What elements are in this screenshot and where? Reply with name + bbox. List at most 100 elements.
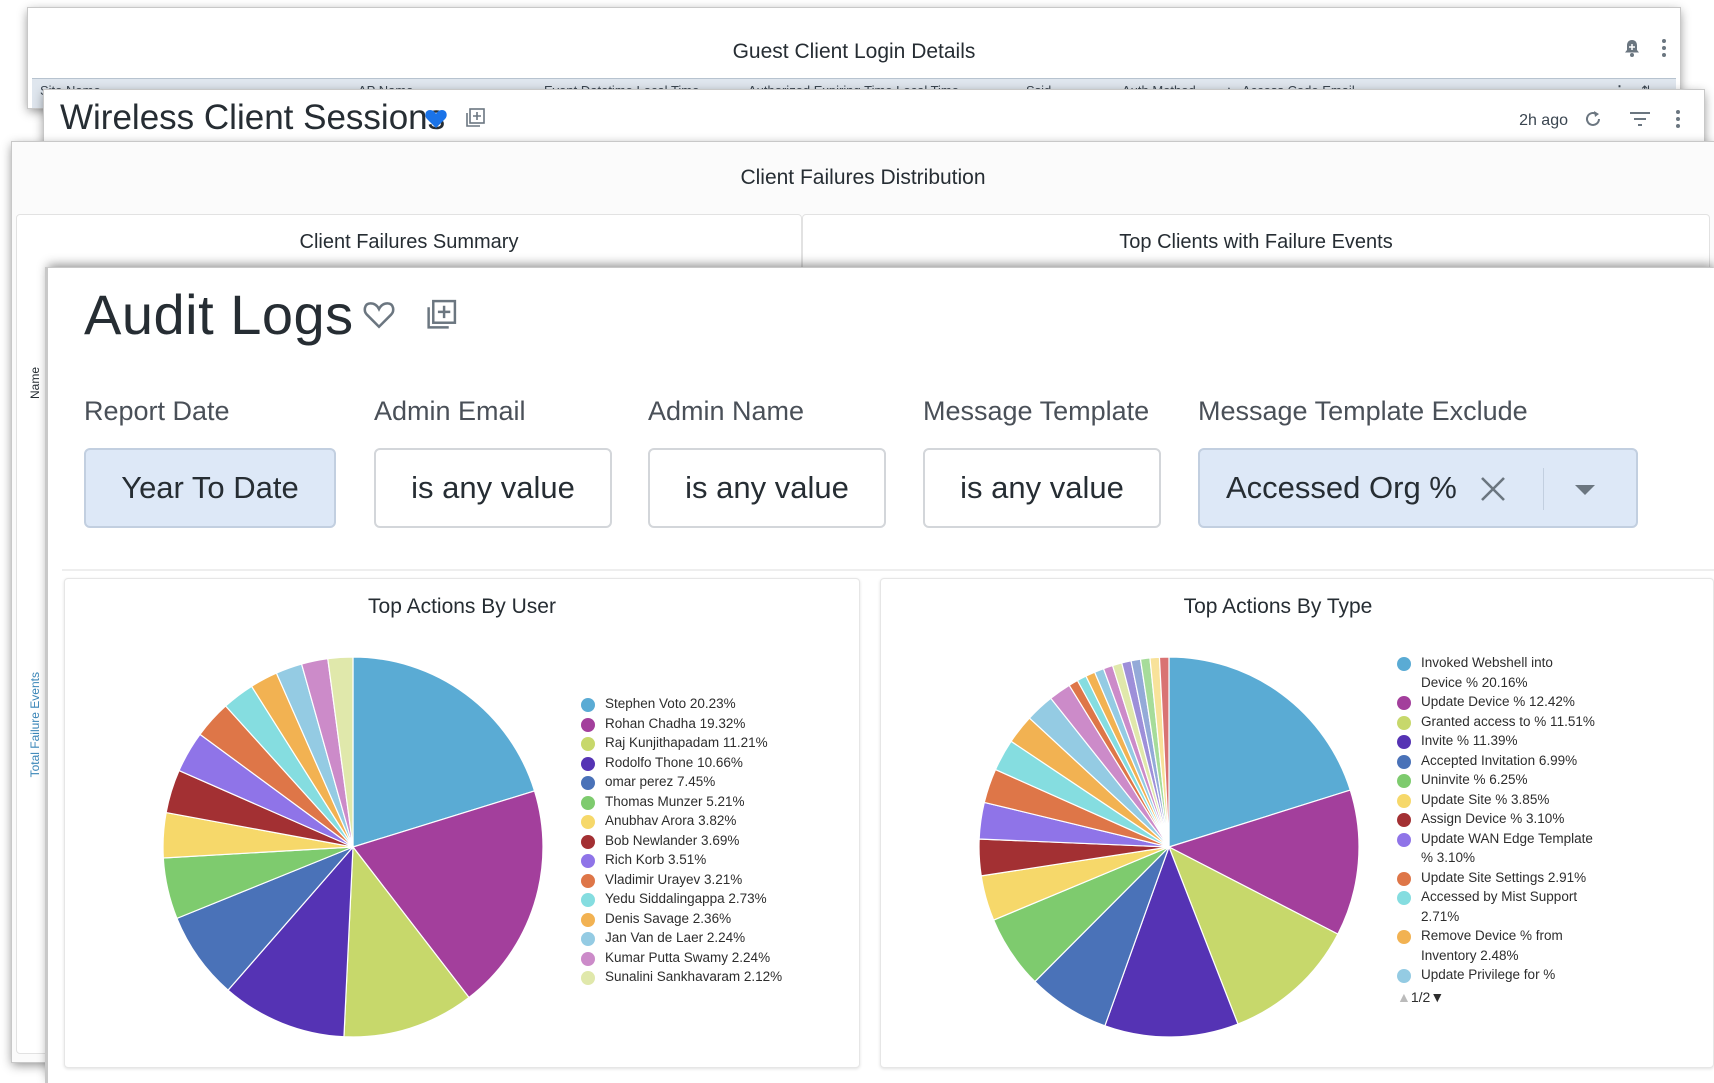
failures-title: Client Failures Distribution (740, 166, 986, 189)
legend-swatch (581, 834, 595, 849)
legend-item[interactable]: Sunalini Sankhavaram 2.12% (581, 967, 831, 987)
legend-label: Raj Kunjithapadam 11.21% (605, 735, 768, 750)
legend-item[interactable]: Assign Device % 3.10% (1397, 809, 1597, 829)
clear-x-icon[interactable] (1478, 474, 1508, 504)
legend-item[interactable]: Update Site % 3.85% (1397, 790, 1597, 810)
filter-divider (62, 569, 1714, 571)
top-actions-by-type-legend: Invoked Webshell into Device % 20.16% Upd… (1397, 653, 1597, 983)
legend-item[interactable]: Update Device % 12.42% (1397, 692, 1597, 712)
legend-item[interactable]: Thomas Munzer 5.21% (581, 792, 831, 812)
chevron-down-icon[interactable] (1574, 484, 1596, 496)
legend-item[interactable]: Rich Korb 3.51% (581, 850, 831, 870)
legend-swatch (1397, 754, 1411, 769)
legend-label: Update Site % 3.85% (1421, 791, 1550, 807)
legend-label: Kumar Putta Swamy 2.24% (605, 949, 771, 965)
legend-item[interactable]: Jan Van de Laer 2.24% (581, 928, 831, 948)
message-template-exclude-filter[interactable]: Accessed Org % (1198, 448, 1638, 528)
legend-swatch (1397, 832, 1411, 847)
legend-label: Rohan Chadha 19.32% (605, 715, 746, 731)
legend-item[interactable]: Accessed by Mist Support 2.71% (1397, 887, 1597, 926)
audit-logs-title: Audit Logs (84, 283, 354, 346)
legend-page-text: 1/2 (1410, 989, 1431, 1005)
legend-item[interactable]: Anubhav Arora 3.82% (581, 811, 831, 831)
legend-item[interactable]: Invoked Webshell into Device % 20.16% (1397, 653, 1597, 692)
legend-swatch (581, 737, 595, 751)
axis-label-name: Name (28, 367, 42, 400)
legend-item[interactable]: Kumar Putta Swamy 2.24% (581, 948, 831, 968)
top-actions-by-user-panel: Top Actions By User Stephen Voto 20.23% R… (64, 578, 860, 1068)
add-tile-icon[interactable] (424, 298, 458, 332)
legend-item[interactable]: Accepted Invitation 6.99% (1397, 751, 1597, 771)
legend-item[interactable]: Uninvite % 6.25% (1397, 770, 1597, 790)
legend-item[interactable]: Remove Device % from Inventory 2.48% (1397, 926, 1597, 965)
filter-icon[interactable] (1628, 110, 1652, 128)
top-actions-by-user-legend: Stephen Voto 20.23% Rohan Chadha 19.32% Ra… (581, 694, 831, 1014)
legend-swatch (1397, 969, 1411, 983)
favorite-heart-outline-icon[interactable] (362, 298, 396, 330)
legend-swatch (1397, 813, 1411, 827)
legend-label: Yedu Siddalingappa 2.73% (605, 891, 767, 906)
top-clients-failure-events-title: Top Clients with Failure Events (1119, 231, 1393, 253)
legend-item[interactable]: Vladimir Urayev 3.21% (581, 870, 831, 890)
legend-label: omar perez 7.45% (605, 774, 716, 789)
legend-item[interactable]: Update Site Settings 2.91% (1397, 868, 1597, 888)
legend-item[interactable]: Rohan Chadha 19.32% (581, 714, 831, 734)
legend-item[interactable]: omar perez 7.45% (581, 772, 831, 792)
legend-label: Invite % 11.39% (1421, 733, 1518, 748)
report-date-filter[interactable]: Year To Date (84, 448, 336, 528)
legend-item[interactable]: Granted access to % 11.51% (1397, 712, 1597, 732)
legend-swatch (1397, 696, 1411, 710)
last-updated-text: 2h ago (1519, 112, 1568, 129)
wireless-more-icon[interactable] (1674, 108, 1682, 130)
legend-item[interactable]: Rodolfo Thone 10.66% (581, 753, 831, 773)
admin-name-filter[interactable]: is any value (648, 448, 886, 528)
legend-label: Update Device % 12.42% (1421, 694, 1575, 709)
legend-pager[interactable]: ▲1/2▼ (1397, 989, 1444, 1005)
legend-label: Update Privilege for % 2.44% (1421, 967, 1556, 982)
legend-item[interactable]: Bob Newlander 3.69% (581, 831, 831, 851)
legend-label: Thomas Munzer 5.21% (605, 793, 745, 809)
legend-item[interactable]: Denis Savage 2.36% (581, 909, 831, 929)
legend-prev-icon[interactable]: ▲ (1397, 989, 1411, 1005)
legend-label: Update WAN Edge Template % 3.10% (1421, 830, 1593, 866)
legend-swatch (581, 854, 595, 868)
refresh-icon[interactable] (1582, 108, 1604, 130)
legend-label: Remove Device % from Inventory 2.48% (1421, 928, 1563, 963)
message-template-filter[interactable]: is any value (923, 448, 1161, 528)
legend-item[interactable]: Raj Kunjithapadam 11.21% (581, 733, 831, 753)
legend-item[interactable]: Invite % 11.39% (1397, 731, 1597, 751)
legend-swatch (581, 815, 595, 829)
top-actions-by-type-pie (978, 656, 1360, 1038)
filter-label-admin-name: Admin Name (648, 396, 805, 426)
legend-item[interactable]: Yedu Siddalingappa 2.73% (581, 889, 831, 909)
legend-swatch (1397, 774, 1411, 788)
legend-label: Uninvite % 6.25% (1421, 772, 1528, 787)
guest-more-icon[interactable] (1660, 38, 1668, 58)
legend-swatch (581, 932, 595, 946)
favorite-heart-icon[interactable] (424, 107, 448, 129)
audit-logs-panel: Audit Logs Report Date Year To Date Admi… (48, 268, 1714, 1083)
filter-label-message-template-exclude: Message Template Exclude (1198, 396, 1528, 426)
legend-label: Granted access to % 11.51% (1421, 713, 1595, 729)
legend-label: Accepted Invitation 6.99% (1421, 752, 1578, 768)
admin-email-filter[interactable]: is any value (374, 448, 612, 528)
chart-title: Top Actions By User (368, 595, 556, 618)
axis-label-total-failure-events: Total Failure Events (28, 672, 42, 778)
legend-label: Accessed by Mist Support 2.71% (1421, 889, 1578, 924)
legend-swatch (581, 912, 595, 927)
legend-next-icon[interactable]: ▼ (1430, 989, 1444, 1005)
legend-item[interactable]: Update WAN Edge Template % 3.10% (1397, 829, 1597, 868)
legend-item[interactable]: Stephen Voto 20.23% (581, 694, 831, 714)
add-tile-icon[interactable] (464, 107, 486, 129)
legend-item[interactable]: Update Privilege for % 2.44% (1397, 965, 1597, 983)
guest-panel-title: Guest Client Login Details (732, 40, 976, 63)
legend-swatch (1397, 715, 1411, 730)
legend-swatch (1397, 657, 1411, 671)
legend-label: Rich Korb 3.51% (605, 852, 707, 867)
alert-bell-icon[interactable] (1622, 38, 1642, 58)
legend-label: Denis Savage 2.36% (605, 910, 732, 926)
legend-swatch (581, 971, 595, 985)
legend-label: Stephen Voto 20.23% (605, 696, 736, 711)
legend-swatch (1397, 871, 1411, 886)
legend-label: Bob Newlander 3.69% (605, 832, 740, 848)
